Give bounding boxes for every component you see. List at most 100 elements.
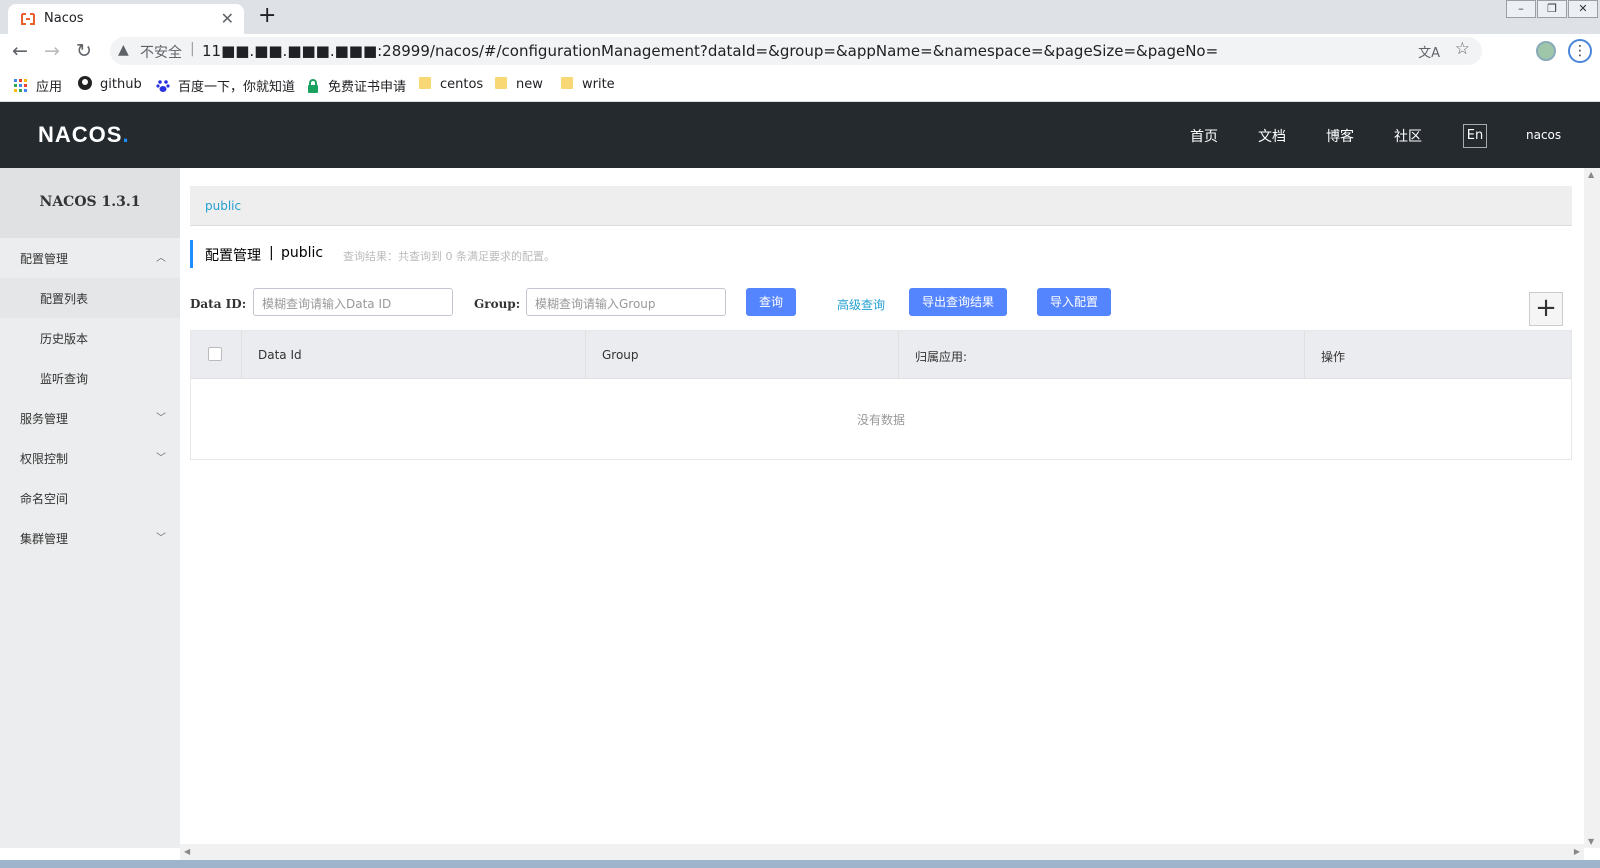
sidebar-item-label: 监听查询 bbox=[40, 372, 89, 386]
bookmark-label: centos bbox=[440, 77, 484, 92]
sidebar-item-label: 配置管理 bbox=[20, 252, 69, 266]
scroll-up-arrow-icon[interactable]: ▲ bbox=[1588, 170, 1594, 179]
sidebar-item-label: 集群管理 bbox=[20, 532, 69, 546]
app-header: NACOS. 首页 文档 博客 社区 En nacos bbox=[0, 102, 1600, 168]
namespace-bar: public bbox=[190, 186, 1572, 226]
scroll-right-arrow-icon[interactable]: ▶ bbox=[1574, 847, 1580, 856]
bookmark-baidu[interactable]: 百度一下，你就知道 bbox=[156, 76, 295, 95]
sidebar-item-namespace[interactable]: 命名空间 bbox=[0, 478, 180, 518]
apps-grid-icon bbox=[14, 79, 27, 92]
add-config-button[interactable]: + bbox=[1529, 292, 1563, 326]
breadcrumb: 配置管理 | public 查询结果：共查询到 0 条满足要求的配置。 bbox=[190, 240, 555, 268]
restore-window-icon[interactable]: ❐ bbox=[1537, 0, 1567, 18]
close-tab-icon[interactable]: ✕ bbox=[221, 9, 234, 28]
profile-avatar[interactable] bbox=[1536, 41, 1556, 61]
column-header-group[interactable]: Group bbox=[585, 331, 898, 379]
folder-icon bbox=[419, 77, 431, 89]
data-id-input[interactable]: 模糊查询请输入Data ID bbox=[253, 288, 453, 316]
bookmark-write[interactable]: write bbox=[560, 76, 615, 92]
forward-arrow-icon[interactable]: → bbox=[44, 40, 60, 62]
language-toggle[interactable]: En bbox=[1463, 124, 1487, 148]
nacos-favicon-icon bbox=[21, 13, 35, 25]
nav-blog[interactable]: 博客 bbox=[1326, 126, 1354, 146]
chevron-up-icon: ︿ bbox=[156, 253, 166, 264]
namespace-tab-public[interactable]: public bbox=[205, 199, 241, 213]
bookmark-label: github bbox=[100, 77, 142, 92]
nav-community[interactable]: 社区 bbox=[1394, 126, 1422, 146]
bookmarks-bar: 应用 github 百度一下，你就知道 免费证书申请 centos new wr… bbox=[0, 68, 1600, 102]
address-bar[interactable]: ▲ 不安全 | 11■■.■■.■■■.■■■:28999/nacos/#/co… bbox=[110, 37, 1482, 65]
sidebar-item-service-management[interactable]: 服务管理 ﹀ bbox=[0, 398, 180, 438]
bookmark-label: 免费证书申请 bbox=[328, 80, 407, 95]
tab-title: Nacos bbox=[44, 11, 84, 26]
logo-text: NACOS bbox=[38, 122, 123, 147]
warning-icon: ▲ bbox=[118, 42, 129, 58]
bookmark-label: 应用 bbox=[36, 80, 63, 95]
close-window-icon[interactable]: ✕ bbox=[1568, 0, 1598, 18]
export-results-button[interactable]: 导出查询结果 bbox=[909, 288, 1007, 316]
url-text[interactable]: 11■■.■■.■■■.■■■:28999/nacos/#/configurat… bbox=[202, 42, 1218, 60]
breadcrumb-namespace: public bbox=[281, 245, 324, 261]
sidebar-item-label: 历史版本 bbox=[40, 332, 89, 346]
select-all-checkbox[interactable] bbox=[208, 347, 222, 361]
bookmark-free-cert[interactable]: 免费证书申请 bbox=[306, 76, 406, 95]
config-table: Data Id Group 归属应用: 操作 没有数据 bbox=[190, 330, 1572, 460]
not-secure-label: 不安全 bbox=[140, 45, 182, 61]
os-taskbar bbox=[0, 860, 1600, 868]
folder-icon bbox=[561, 77, 573, 89]
bookmark-github[interactable]: github bbox=[78, 76, 142, 92]
scroll-down-arrow-icon[interactable]: ▼ bbox=[1588, 837, 1594, 846]
sidebar-item-listener-query[interactable]: 监听查询 bbox=[0, 358, 180, 398]
scroll-left-arrow-icon[interactable]: ◀ bbox=[184, 847, 190, 856]
column-header-actions: 操作 bbox=[1304, 331, 1571, 379]
group-label: Group: bbox=[474, 297, 521, 311]
column-header-data-id[interactable]: Data Id bbox=[241, 331, 585, 379]
query-button[interactable]: 查询 bbox=[746, 288, 796, 316]
nacos-logo[interactable]: NACOS. bbox=[38, 122, 130, 148]
breadcrumb-separator: | bbox=[269, 245, 274, 261]
browser-menu-icon[interactable]: ⋮ bbox=[1568, 39, 1592, 63]
browser-tab[interactable]: Nacos ✕ bbox=[8, 4, 244, 34]
horizontal-scrollbar[interactable]: ◀ ▶ bbox=[180, 844, 1584, 860]
lock-icon bbox=[308, 79, 318, 93]
sidebar-item-permission-control[interactable]: 权限控制 ﹀ bbox=[0, 438, 180, 478]
user-menu[interactable]: nacos bbox=[1526, 128, 1561, 142]
sidebar-item-label: 服务管理 bbox=[20, 412, 69, 426]
chevron-down-icon: ﹀ bbox=[156, 533, 166, 544]
query-result-text: 查询结果：共查询到 0 条满足要求的配置。 bbox=[343, 250, 555, 263]
sidebar-item-config-management[interactable]: 配置管理 ︿ bbox=[0, 238, 180, 278]
column-header-app[interactable]: 归属应用: bbox=[898, 331, 1304, 379]
baidu-icon bbox=[156, 80, 170, 92]
reload-icon[interactable]: ↻ bbox=[76, 40, 92, 62]
bookmark-new[interactable]: new bbox=[494, 76, 543, 92]
chevron-down-icon: ﹀ bbox=[156, 413, 166, 424]
bookmark-star-icon[interactable]: ☆ bbox=[1455, 39, 1470, 59]
omnibox-separator: | bbox=[190, 41, 195, 57]
data-id-label: Data ID: bbox=[190, 297, 247, 311]
bookmark-centos[interactable]: centos bbox=[418, 76, 483, 92]
empty-state-text: 没有数据 bbox=[856, 413, 905, 427]
translate-icon[interactable]: 文A bbox=[1418, 42, 1440, 61]
advanced-query-link[interactable]: 高级查询 bbox=[837, 296, 885, 313]
group-input[interactable]: 模糊查询请输入Group bbox=[526, 288, 726, 316]
sidebar-title: NACOS 1.3.1 bbox=[0, 168, 180, 238]
nav-home[interactable]: 首页 bbox=[1190, 126, 1218, 146]
sidebar-item-label: 配置列表 bbox=[40, 292, 89, 306]
sidebar-item-cluster-management[interactable]: 集群管理 ﹀ bbox=[0, 518, 180, 558]
minimize-window-icon[interactable]: – bbox=[1506, 0, 1536, 18]
import-config-button[interactable]: 导入配置 bbox=[1037, 288, 1111, 316]
vertical-scrollbar[interactable]: ▲ ▼ bbox=[1584, 168, 1600, 848]
sidebar-item-history[interactable]: 历史版本 bbox=[0, 318, 180, 358]
nav-docs[interactable]: 文档 bbox=[1258, 126, 1286, 146]
logo-dot: . bbox=[122, 122, 130, 147]
sidebar-item-label: 命名空间 bbox=[20, 492, 69, 506]
github-icon bbox=[78, 76, 92, 90]
folder-icon bbox=[495, 77, 507, 89]
back-arrow-icon[interactable]: ← bbox=[12, 40, 28, 62]
bookmark-apps[interactable]: 应用 bbox=[14, 76, 62, 95]
bookmark-label: write bbox=[582, 77, 615, 92]
bookmark-label: new bbox=[516, 77, 543, 92]
browser-toolbar: ← → ↻ ▲ 不安全 | 11■■.■■.■■■.■■■:28999/naco… bbox=[0, 34, 1600, 68]
new-tab-button[interactable]: + bbox=[258, 3, 276, 28]
sidebar-item-config-list[interactable]: 配置列表 bbox=[0, 278, 180, 318]
